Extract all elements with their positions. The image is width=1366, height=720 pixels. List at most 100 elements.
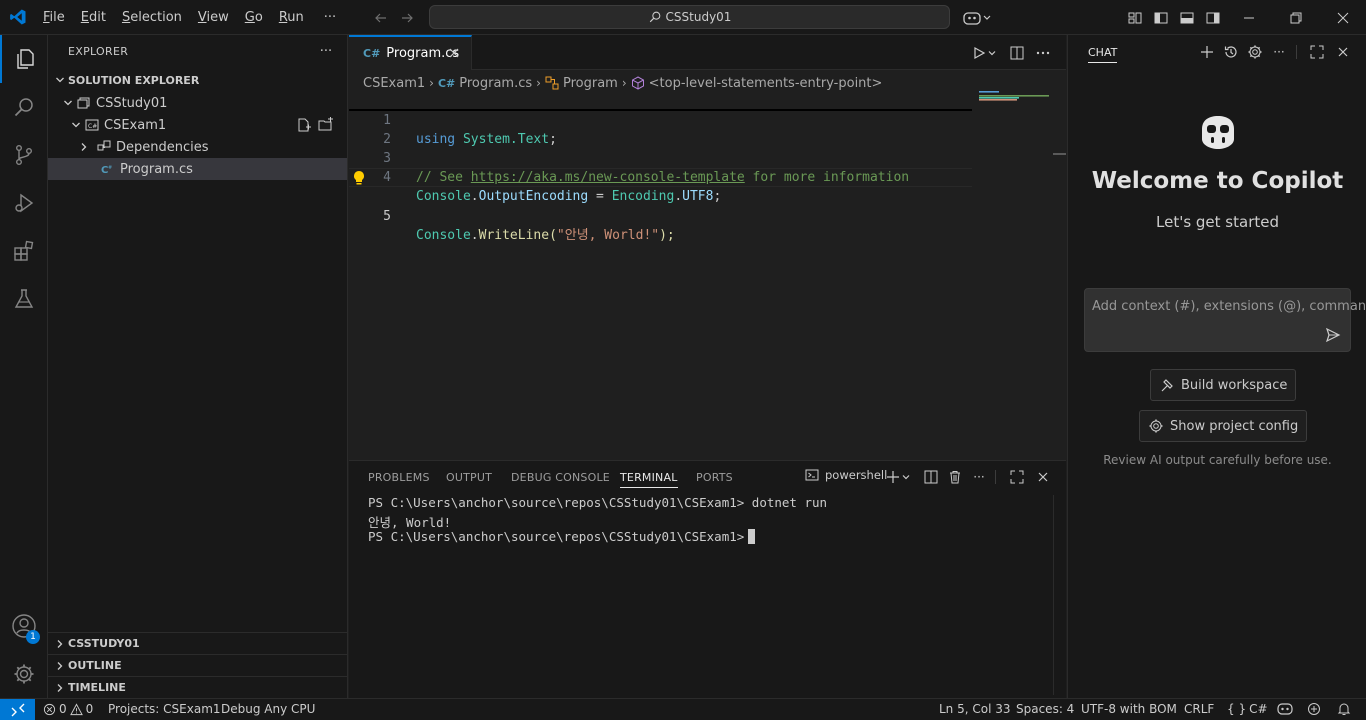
- build-workspace-button[interactable]: Build workspace: [1150, 369, 1297, 401]
- toggle-panel-icon[interactable]: [1176, 7, 1198, 29]
- editor-more-icon[interactable]: [1033, 43, 1053, 63]
- cursor-position-status[interactable]: Ln 5, Col 33: [939, 702, 1011, 716]
- chat-input[interactable]: Add context (#), extensions (@), command…: [1084, 288, 1366, 352]
- terminal-selector[interactable]: powershell: [805, 468, 887, 482]
- solution-explorer-header[interactable]: SOLUTION EXPLORER: [48, 69, 347, 91]
- explorer-icon[interactable]: [0, 35, 48, 83]
- breadcrumb-file[interactable]: Program.cs: [459, 76, 532, 91]
- projects-status[interactable]: Projects: CSExam1: [108, 702, 221, 716]
- class-symbol-icon: [545, 76, 559, 90]
- tab-ports[interactable]: PORTS: [696, 471, 733, 484]
- new-folder-icon[interactable]: [318, 117, 334, 133]
- command-center-search[interactable]: CSStudy01: [429, 5, 950, 29]
- tab-chat[interactable]: CHAT: [1088, 46, 1118, 63]
- lightbulb-icon[interactable]: [352, 170, 366, 186]
- search-icon: [648, 10, 662, 24]
- tree-item-project[interactable]: C# CSExam1: [48, 114, 347, 136]
- run-options-chevron-icon[interactable]: [985, 43, 999, 63]
- code-line: 4 Console.OutputEncoding = Encoding.UTF8…: [349, 149, 972, 204]
- menu-view[interactable]: View: [190, 0, 237, 35]
- code-line: 1 using System.Text;: [349, 92, 972, 147]
- menu-selection[interactable]: Selection: [114, 0, 190, 35]
- tab-problems[interactable]: PROBLEMS: [368, 471, 430, 484]
- toggle-primary-sidebar-icon[interactable]: [1150, 7, 1172, 29]
- menu-more[interactable]: ···: [316, 0, 344, 35]
- remote-feedback-icon[interactable]: [1307, 702, 1321, 716]
- breadcrumb-method[interactable]: <top-level-statements-entry-point>: [649, 76, 883, 91]
- split-editor-icon[interactable]: [1007, 43, 1027, 63]
- minimap[interactable]: [979, 91, 1053, 151]
- solution-explorer-title: SOLUTION EXPLORER: [68, 73, 200, 87]
- welcome-title: Welcome to Copilot: [1091, 168, 1344, 194]
- tree-item-solution[interactable]: CSStudy01: [48, 92, 347, 114]
- search-icon[interactable]: [0, 83, 48, 131]
- explorer-more-button[interactable]: ···: [316, 41, 336, 61]
- accounts-icon[interactable]: 1: [0, 602, 48, 650]
- section-outline[interactable]: OUTLINE: [48, 654, 347, 676]
- section-label: TIMELINE: [68, 681, 126, 694]
- terminal-line: PS C:\Users\anchor\source\repos\CSStudy0…: [368, 495, 828, 510]
- copilot-menu-icon[interactable]: [962, 7, 994, 29]
- maximize-chat-icon[interactable]: [1307, 42, 1327, 62]
- kill-terminal-trash-icon[interactable]: [945, 467, 965, 487]
- tab-terminal[interactable]: TERMINAL: [620, 471, 678, 488]
- back-arrow-icon[interactable]: [371, 8, 391, 28]
- scrollbar-thumb[interactable]: [1053, 153, 1066, 155]
- tab-output[interactable]: OUTPUT: [446, 471, 492, 484]
- menu-run[interactable]: Run: [271, 0, 312, 35]
- menu-edit[interactable]: Edit: [73, 0, 114, 35]
- chat-settings-gear-icon[interactable]: [1245, 42, 1265, 62]
- close-window-icon[interactable]: [1332, 7, 1354, 29]
- maximize-panel-icon[interactable]: [1007, 467, 1027, 487]
- terminal-dropdown-chevron-icon[interactable]: [899, 467, 913, 487]
- eol-status[interactable]: CRLF: [1184, 702, 1214, 716]
- language-status[interactable]: { } C#: [1227, 702, 1268, 716]
- tree-item-program-cs[interactable]: C # Program.cs: [48, 158, 347, 180]
- panel-more-button[interactable]: ···: [969, 467, 989, 487]
- csharp-file-icon: C#: [363, 47, 381, 60]
- chat-more-button[interactable]: ···: [1269, 42, 1289, 62]
- forward-arrow-icon[interactable]: [397, 8, 417, 28]
- close-chat-icon[interactable]: [1333, 42, 1353, 62]
- menu-go[interactable]: Go: [237, 0, 271, 35]
- tree-item-label: Dependencies: [116, 139, 209, 155]
- tab-debug-console[interactable]: DEBUG CONSOLE: [511, 471, 610, 484]
- problems-status[interactable]: 0 0: [43, 702, 93, 716]
- menu-file[interactable]: File: [35, 0, 73, 35]
- terminal-scrollbar[interactable]: [1053, 495, 1054, 695]
- run-debug-icon[interactable]: [0, 179, 48, 227]
- breadcrumb-class[interactable]: Program: [563, 76, 618, 91]
- solution-icon: [76, 95, 92, 111]
- copilot-status-icon[interactable]: [1277, 702, 1293, 716]
- show-project-config-button[interactable]: Show project config: [1139, 410, 1308, 442]
- section-csstudy01[interactable]: CSSTUDY01: [48, 632, 347, 654]
- encoding-status[interactable]: UTF-8 with BOM: [1081, 702, 1177, 716]
- tab-program-cs[interactable]: C# Program.cs: [349, 35, 472, 70]
- customize-layout-icon[interactable]: [1124, 7, 1146, 29]
- show-project-config-label: Show project config: [1170, 418, 1299, 434]
- extensions-icon[interactable]: [0, 227, 48, 275]
- warning-count: 0: [85, 702, 94, 716]
- indentation-status[interactable]: Spaces: 4: [1016, 702, 1074, 716]
- send-icon[interactable]: [1325, 327, 1341, 343]
- new-file-icon[interactable]: [296, 117, 312, 133]
- section-timeline[interactable]: TIMELINE: [48, 676, 347, 698]
- chevron-down-icon: [52, 72, 68, 88]
- breadcrumb-project[interactable]: CSExam1: [363, 76, 425, 91]
- restore-window-icon[interactable]: [1285, 7, 1307, 29]
- chat-history-icon[interactable]: [1221, 42, 1241, 62]
- new-chat-plus-icon[interactable]: [1197, 42, 1217, 62]
- debug-config-status[interactable]: Debug Any CPU: [221, 702, 315, 716]
- split-terminal-icon[interactable]: [921, 467, 941, 487]
- notifications-bell-icon[interactable]: [1337, 702, 1351, 716]
- source-control-icon[interactable]: [0, 131, 48, 179]
- bottom-panel: PROBLEMS OUTPUT DEBUG CONSOLE TERMINAL P…: [349, 460, 1066, 698]
- close-panel-icon[interactable]: [1033, 467, 1053, 487]
- testing-flask-icon[interactable]: [0, 275, 48, 323]
- remote-indicator-icon[interactable]: [0, 699, 35, 720]
- toggle-secondary-sidebar-icon[interactable]: [1202, 7, 1224, 29]
- tree-item-dependencies[interactable]: Dependencies: [48, 136, 347, 158]
- manage-gear-icon[interactable]: [0, 650, 48, 698]
- minimize-window-icon[interactable]: [1238, 7, 1260, 29]
- close-tab-icon[interactable]: [447, 46, 461, 60]
